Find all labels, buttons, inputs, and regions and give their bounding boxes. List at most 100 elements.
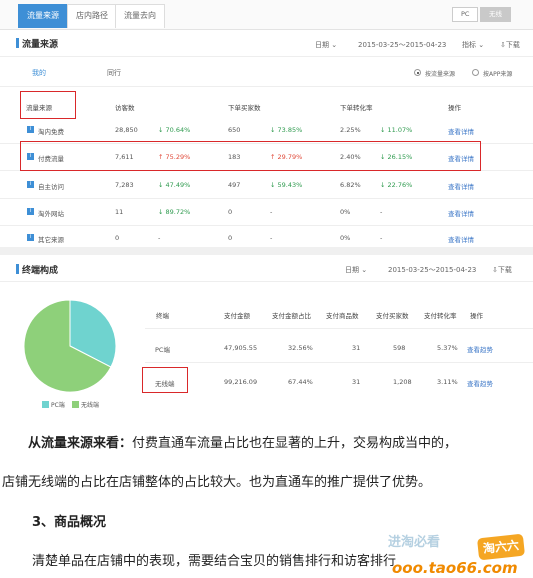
legend-label-mobile: 无线端 xyxy=(81,402,100,409)
traffic-date-label[interactable]: 日期 ⌄ xyxy=(315,40,337,50)
terminal-rate: 5.37% xyxy=(437,344,458,352)
section-heading: 3、商品概况 xyxy=(32,515,107,530)
source-name: 其它来源 xyxy=(38,236,64,244)
paragraph-3: 清楚单品在店铺中的表现，需要结合宝贝的销售排行和访客排行 xyxy=(32,554,397,569)
watermark-site: ooo.tao66.com xyxy=(392,559,518,577)
terminal-buyers: 1,208 xyxy=(393,378,412,386)
col-header-buyers: 下单买家数 xyxy=(228,104,261,112)
traffic-download-button[interactable]: ⇩下载 xyxy=(500,40,520,50)
radio-by-traffic-source[interactable] xyxy=(414,69,421,76)
terminal-date-label[interactable]: 日期 ⌄ xyxy=(345,265,367,275)
buyers-delta: - xyxy=(270,234,273,242)
buyers-value: 650 xyxy=(228,126,241,134)
terminal-rate: 3.11% xyxy=(437,378,458,386)
terminal-share: 67.44% xyxy=(288,378,313,386)
metric-selector[interactable]: 指标 ⌄ xyxy=(462,40,484,50)
subtab-mine[interactable]: 我的 xyxy=(32,68,46,78)
col-header-rate: 下单转化率 xyxy=(340,104,373,112)
radio-by-app-source[interactable] xyxy=(472,69,479,76)
terminal-section-title: 终端构成 xyxy=(15,263,58,276)
mobile-toggle[interactable]: 无线 xyxy=(480,7,511,22)
divider xyxy=(0,56,533,57)
col-header-terminal-rate: 支付转化率 xyxy=(424,312,457,320)
screenshot-panel: 流量来源 店内路径 流量去向 PC 无线 流量来源 日期 ⌄ 2015-03-2… xyxy=(0,0,533,412)
visitors-delta: ↓ 70.64% xyxy=(158,126,191,134)
rate-value: 2.25% xyxy=(340,126,361,134)
view-details-link[interactable]: 查看详情 xyxy=(448,126,474,136)
terminal-date-range[interactable]: 2015-03-25～2015-04-23 xyxy=(388,265,476,275)
highlight-source-header xyxy=(20,91,76,119)
visitors-value: 28,850 xyxy=(115,126,138,134)
rate-value: 6.82% xyxy=(340,181,361,189)
radio-by-traffic-source-label: 按流量来源 xyxy=(425,71,456,78)
pc-toggle[interactable]: PC xyxy=(452,7,479,22)
radio-by-app-source-label: 按APP来源 xyxy=(483,71,513,78)
source-icon: i xyxy=(27,181,34,188)
tab-traffic-destination[interactable]: 流量去向 xyxy=(115,4,165,28)
rate-delta: ↓ 11.07% xyxy=(380,126,413,134)
divider xyxy=(0,86,533,87)
terminal-pie-chart xyxy=(23,299,117,393)
visitors-delta: ↓ 47.49% xyxy=(158,181,191,189)
traffic-date-range[interactable]: 2015-03-25～2015-04-23 xyxy=(358,40,446,50)
watermark-slogan: 进淘必看 xyxy=(388,535,441,550)
traffic-section-title: 流量来源 xyxy=(15,37,58,50)
legend-swatch-mobile xyxy=(72,401,79,408)
col-header-terminal-action: 操作 xyxy=(470,312,483,320)
terminal-share: 32.56% xyxy=(288,344,313,352)
subtab-peers[interactable]: 同行 xyxy=(107,68,121,78)
paragraph-1: 从流量来源来看：付费直通车流量占比也在显著的上升，交易构成当中的， xyxy=(28,436,458,451)
view-trend-link[interactable]: 查看趋势 xyxy=(467,378,493,388)
row-divider xyxy=(0,225,533,226)
terminal-name: PC端 xyxy=(155,346,170,354)
tab-store-path[interactable]: 店内路径 xyxy=(67,4,117,28)
source-icon: i xyxy=(27,126,34,133)
source-name: 淘外网站 xyxy=(38,210,64,218)
terminal-buyers: 598 xyxy=(393,344,406,352)
view-details-link[interactable]: 查看详情 xyxy=(448,181,474,191)
highlight-paid-traffic-row xyxy=(20,141,481,171)
legend-swatch-pc xyxy=(42,401,49,408)
col-header-terminal-buyers: 支付买家数 xyxy=(376,312,409,320)
col-header-share: 支付金额占比 xyxy=(272,312,311,320)
terminal-items: 31 xyxy=(352,344,361,352)
buyers-delta: ↓ 73.85% xyxy=(270,126,303,134)
rate-value: 0% xyxy=(340,234,351,242)
row-divider xyxy=(145,328,533,329)
visitors-delta: - xyxy=(158,234,161,242)
visitors-value: 0 xyxy=(115,234,120,242)
row-divider xyxy=(145,362,533,363)
rate-value: 0% xyxy=(340,208,351,216)
col-header-visitors: 访客数 xyxy=(115,104,135,112)
visitors-value: 7,283 xyxy=(115,181,134,189)
source-name: 淘内免费 xyxy=(38,128,64,136)
col-header-items: 支付商品数 xyxy=(326,312,359,320)
highlight-mobile-terminal xyxy=(142,367,188,393)
view-trend-link[interactable]: 查看趋势 xyxy=(467,344,493,354)
view-details-link[interactable]: 查看详情 xyxy=(448,234,474,244)
terminal-amount: 47,905.55 xyxy=(224,344,258,352)
rate-delta: - xyxy=(380,208,383,216)
terminal-items: 31 xyxy=(352,378,361,386)
tab-traffic-source[interactable]: 流量来源 xyxy=(18,4,68,28)
buyers-value: 0 xyxy=(228,234,233,242)
rate-delta: - xyxy=(380,234,383,242)
rate-delta: ↓ 22.76% xyxy=(380,181,413,189)
row-divider xyxy=(0,198,533,199)
buyers-delta: ↓ 59.43% xyxy=(270,181,303,189)
col-header-amount: 支付金额 xyxy=(224,312,250,320)
paragraph-1-lead: 从流量来源来看： xyxy=(28,436,133,451)
paragraph-2: 店铺无线端的占比在店铺整体的占比较大。也为直通车的推广提供了优势。 xyxy=(2,475,432,490)
source-icon: i xyxy=(27,208,34,215)
legend-label-pc: PC端 xyxy=(51,402,65,409)
source-icon: i xyxy=(27,234,34,241)
divider xyxy=(0,281,533,282)
terminal-download-button[interactable]: ⇩下载 xyxy=(492,265,512,275)
col-header-action: 操作 xyxy=(448,104,461,112)
source-name: 自主访问 xyxy=(38,183,64,191)
buyers-delta: - xyxy=(270,208,273,216)
view-details-link[interactable]: 查看详情 xyxy=(448,208,474,218)
top-tab-bar: 流量来源 店内路径 流量去向 PC 无线 xyxy=(0,0,533,30)
watermark-logo: 淘六六 xyxy=(476,533,526,561)
visitors-value: 11 xyxy=(115,208,124,216)
